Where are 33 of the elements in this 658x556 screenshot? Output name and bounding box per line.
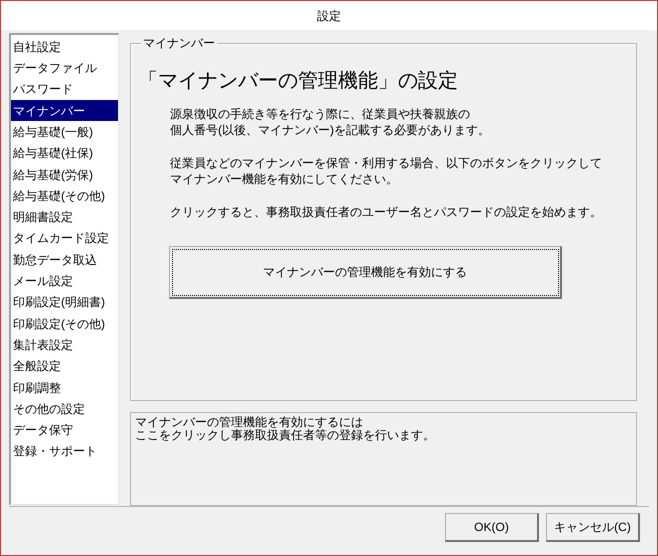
sidebar-item[interactable]: 印刷調整 bbox=[11, 376, 118, 398]
cancel-button[interactable]: キャンセル(C) bbox=[546, 512, 640, 542]
sidebar-item[interactable]: マイナンバー bbox=[11, 100, 118, 122]
info-text: ここをクリックし事務取扱責任者等の登録を行います。 bbox=[135, 429, 436, 442]
ok-button[interactable]: OK(O) bbox=[445, 512, 539, 542]
enable-button[interactable]: マイナンバーの管理機能を有効にする bbox=[169, 246, 562, 300]
sidebar-item[interactable]: タイムカード設定 bbox=[11, 228, 118, 250]
sidebar-item[interactable]: 印刷設定(明細書) bbox=[11, 292, 118, 314]
sidebar-item[interactable]: 給与基礎(労保) bbox=[11, 164, 118, 186]
sidebar-item[interactable]: 勤怠データ取込 bbox=[11, 249, 118, 270]
group-title: マイナンバー bbox=[141, 35, 217, 52]
sidebar-item[interactable]: 給与基礎(その他) bbox=[11, 185, 118, 207]
sidebar-item[interactable]: パスワード bbox=[11, 78, 118, 100]
sidebar-item[interactable]: 給与基礎(社保) bbox=[11, 142, 118, 164]
description-text: 従業員などのマイナンバーを保管・利用する場合、以下のボタンをクリックして bbox=[170, 155, 603, 172]
sidebar-item[interactable]: 給与基礎(一般) bbox=[11, 121, 118, 143]
description-text: マイナンバー機能を有効にしてください。 bbox=[170, 171, 399, 188]
sidebar-item[interactable]: その他の設定 bbox=[11, 398, 118, 420]
description-text: 源泉徴収の手続き等を行なう際に、従業員や扶養親族の bbox=[170, 106, 471, 122]
sidebar-item[interactable]: メール設定 bbox=[11, 270, 118, 292]
sidebar-item[interactable]: データ保守 bbox=[11, 420, 118, 441]
sidebar-item[interactable]: 印刷設定(その他) bbox=[11, 313, 118, 334]
info-text: マイナンバーの管理機能を有効にするには bbox=[135, 416, 364, 430]
sidebar-item[interactable]: 明細書設定 bbox=[11, 206, 118, 228]
window-title: 設定 bbox=[317, 8, 341, 25]
sidebar-item[interactable]: 自社設定 bbox=[11, 36, 118, 58]
description-text: クリックすると、事務取扱責任者のユーザー名とパスワードの設定を始めます。 bbox=[170, 204, 603, 220]
sidebar-item[interactable]: 登録・サポート bbox=[11, 440, 118, 462]
sidebar-item[interactable]: 全般設定 bbox=[11, 356, 118, 377]
sidebar-item[interactable]: データファイル bbox=[11, 57, 118, 79]
sidebar-item[interactable]: 集計表設定 bbox=[11, 334, 118, 356]
heading: 「マイナンバーの管理機能」の設定 bbox=[138, 69, 459, 94]
description-text: 個人番号(以後、マイナンバー)を記載する必要があります。 bbox=[170, 122, 491, 138]
